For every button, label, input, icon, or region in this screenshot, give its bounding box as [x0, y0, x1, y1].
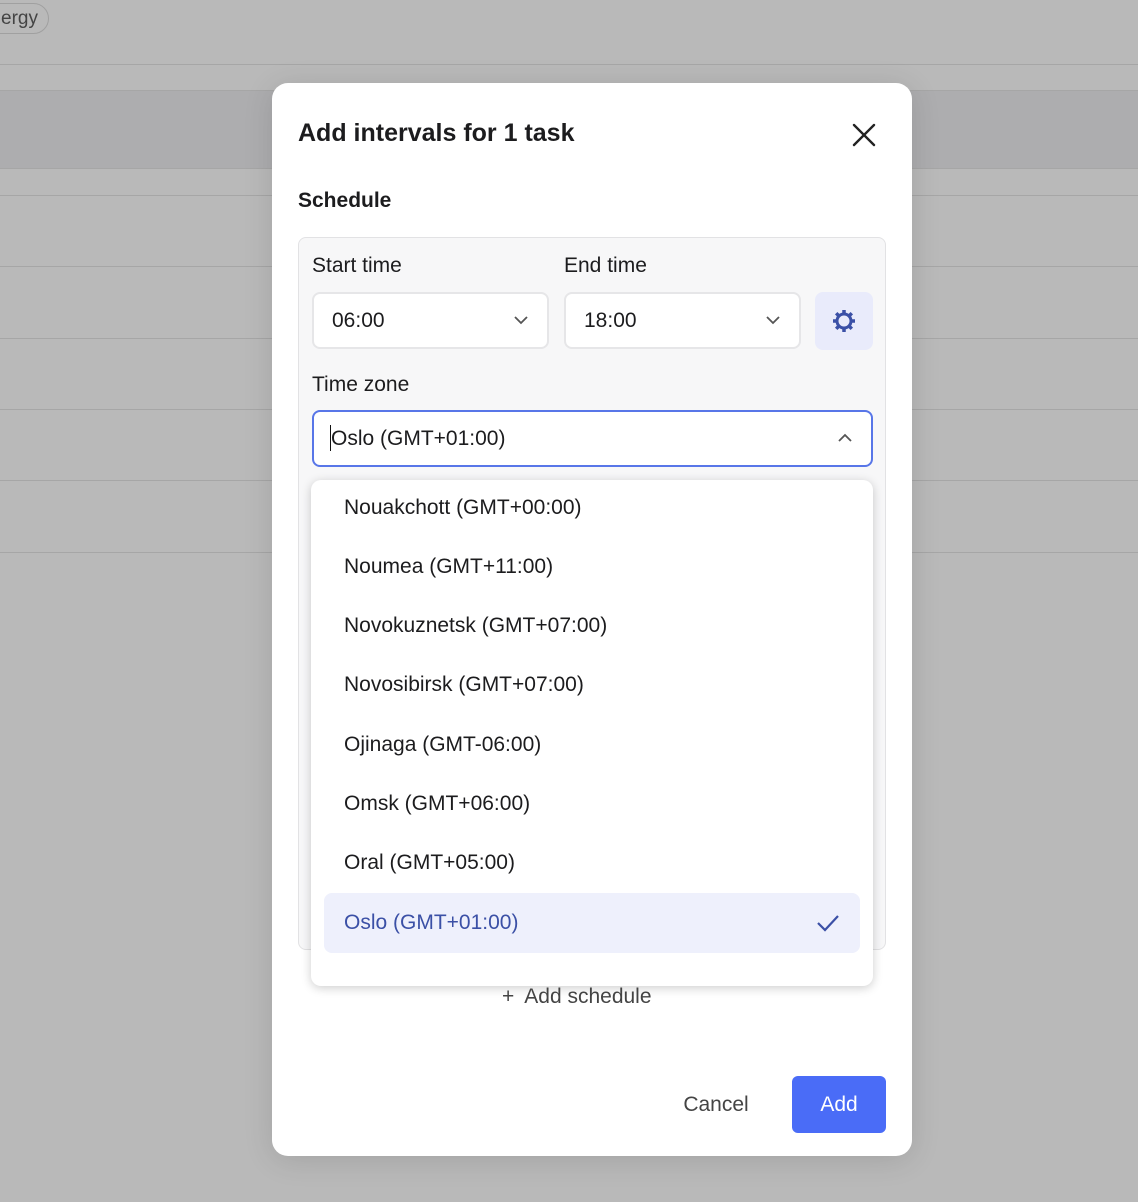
time-zone-option[interactable]: Nouakchott (GMT+00:00): [324, 480, 860, 538]
close-button[interactable]: [850, 121, 878, 149]
option-label: Oslo (GMT+01:00): [344, 911, 519, 934]
time-zone-label: Time zone: [312, 373, 410, 396]
add-schedule-button[interactable]: + Add schedule: [502, 985, 652, 1009]
add-schedule-label: Add schedule: [524, 985, 652, 1008]
time-zone-option[interactable]: Oral (GMT+05:00): [324, 833, 860, 893]
time-zone-option[interactable]: Novokuznetsk (GMT+07:00): [324, 596, 860, 656]
chevron-up-icon: [838, 433, 852, 442]
add-button[interactable]: Add: [792, 1076, 886, 1133]
time-zone-option[interactable]: Omsk (GMT+06:00): [324, 774, 860, 834]
add-intervals-dialog: Add intervals for 1 task Schedule Start …: [272, 83, 912, 1156]
settings-button[interactable]: [815, 292, 873, 350]
time-zone-option[interactable]: Noumea (GMT+11:00): [324, 537, 860, 597]
background-tag-chip: ergy: [0, 3, 49, 34]
end-time-label: End time: [564, 254, 647, 277]
time-zone-dropdown: Nouakchott (GMT+00:00) Noumea (GMT+11:00…: [311, 480, 873, 986]
start-time-select[interactable]: 06:00: [312, 292, 549, 349]
time-zone-option[interactable]: Ojinaga (GMT-06:00): [324, 715, 860, 775]
time-zone-option[interactable]: Novosibirsk (GMT+07:00): [324, 655, 860, 715]
start-time-value: 06:00: [332, 309, 385, 332]
end-time-value: 18:00: [584, 309, 637, 332]
dialog-title: Add intervals for 1 task: [298, 119, 575, 147]
start-time-label: Start time: [312, 254, 402, 277]
chevron-down-icon: [766, 316, 780, 325]
text-cursor: [330, 425, 331, 451]
chevron-down-icon: [514, 316, 528, 325]
section-label: Schedule: [298, 189, 392, 212]
time-zone-value: Oslo (GMT+01:00): [331, 427, 506, 450]
end-time-select[interactable]: 18:00: [564, 292, 801, 349]
gear-icon: [833, 310, 855, 332]
cancel-button[interactable]: Cancel: [666, 1076, 766, 1133]
close-icon: [852, 123, 876, 147]
plus-icon: +: [502, 985, 515, 1008]
divider: [0, 64, 1138, 65]
time-zone-option-selected[interactable]: Oslo (GMT+01:00): [324, 893, 860, 953]
check-icon: [817, 915, 839, 932]
time-zone-input[interactable]: Oslo (GMT+01:00): [312, 410, 873, 467]
